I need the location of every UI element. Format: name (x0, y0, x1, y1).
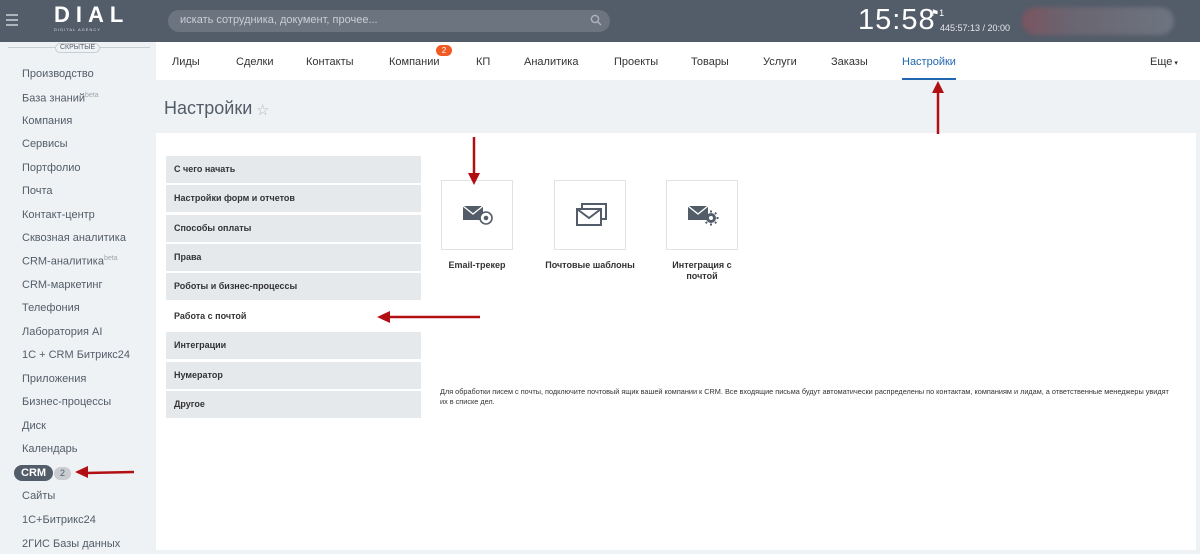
company-logo[interactable]: DIAL DIGITAL AGENCY (54, 2, 130, 37)
settings-item-forms-reports[interactable]: Настройки форм и отчетов (166, 185, 421, 212)
tab-kp[interactable]: КП (476, 56, 490, 68)
menu-item-portfolio[interactable]: Портфолио (22, 162, 81, 174)
menu-item-company[interactable]: Компания (22, 115, 72, 127)
annotation-arrow-left-icon (75, 466, 135, 478)
settings-item-integrations[interactable]: Интеграции (166, 332, 421, 359)
menu-item-disk[interactable]: Диск (22, 420, 46, 432)
menu-item-2gis[interactable]: 2ГИС Базы данных (22, 538, 120, 550)
menu-item-production[interactable]: Производство (22, 68, 94, 80)
tile-mail-templates[interactable] (554, 180, 626, 250)
menu-item-crm-marketing[interactable]: CRM-маркетинг (22, 279, 102, 291)
tile-email-tracker-label: Email-трекер (448, 260, 506, 270)
crm-tab-bar: Лиды Сделки Контакты Компании 2 КП Анали… (156, 42, 1200, 80)
menu-item-crm-analytics[interactable]: CRM-аналитикаbeta (22, 255, 118, 268)
clock[interactable]: 15:58 (858, 4, 936, 37)
tab-leads[interactable]: Лиды (172, 56, 200, 68)
menu-item-applications[interactable]: Приложения (22, 373, 86, 385)
annotation-arrow-left-icon (377, 311, 480, 323)
tile-mail-integration-label: Интеграция с почтой (672, 260, 732, 281)
settings-item-permissions[interactable]: Права (166, 244, 421, 271)
search-placeholder: искать сотрудника, документ, прочее... (180, 14, 378, 26)
annotation-arrow-up-icon (932, 81, 944, 134)
menu-item-ai-lab[interactable]: Лаборатория AI (22, 326, 102, 338)
menu-item-end-to-end-analytics[interactable]: Сквозная аналитика (22, 232, 126, 244)
tab-companies[interactable]: Компании (389, 56, 440, 68)
logo-subtext: DIGITAL AGENCY (54, 27, 101, 32)
active-tab-underline (902, 78, 956, 80)
tab-more[interactable]: Еще ▾ (1150, 56, 1178, 68)
settings-panel: С чего начать Настройки форм и отчетов С… (156, 133, 1196, 550)
crm-counter-badge: 2 (54, 467, 71, 480)
tile-mail-integration[interactable] (666, 180, 738, 250)
mail-info-note: Для обработки писем с почты, подключите … (440, 387, 1169, 406)
menu-item-telephony[interactable]: Телефония (22, 302, 80, 314)
flag-count: 1 (939, 8, 945, 18)
search-icon[interactable] (590, 14, 602, 26)
favorite-star-icon[interactable]: ☆ (256, 101, 269, 119)
menu-item-calendar[interactable]: Календарь (22, 443, 78, 455)
tab-products[interactable]: Товары (691, 56, 729, 68)
page-title: Настройки (164, 98, 253, 118)
user-profile[interactable] (1022, 7, 1174, 35)
menu-item-crm[interactable]: CRM (14, 465, 54, 481)
chevron-down-icon: ▾ (1172, 60, 1178, 67)
settings-item-robots[interactable]: Роботы и бизнес-процессы (166, 273, 421, 300)
beta-badge: beta (85, 92, 99, 99)
annotation-arrow-down-icon (468, 137, 480, 185)
email-tracker-icon (462, 205, 493, 225)
logo-text: DIAL (54, 2, 130, 27)
mail-integration-icon (687, 205, 719, 226)
menu-item-mail[interactable]: Почта (22, 185, 53, 197)
search-input[interactable]: искать сотрудника, документ, прочее... (168, 10, 610, 32)
settings-item-payment-methods[interactable]: Способы оплаты (166, 215, 421, 242)
tab-orders[interactable]: Заказы (831, 56, 868, 68)
menu-item-1c-bitrix24[interactable]: 1С+Битрикс24 (22, 514, 96, 526)
menu-item-business-processes[interactable]: Бизнес-процессы (22, 396, 111, 408)
hidden-items-toggle[interactable]: СКРЫТЫЕ (55, 43, 101, 53)
menu-item-knowledge-base[interactable]: База знанийbeta (22, 92, 99, 105)
tab-deals[interactable]: Сделки (236, 56, 274, 68)
beta-badge: beta (103, 255, 118, 262)
settings-item-getting-started[interactable]: С чего начать (166, 156, 421, 183)
settings-item-numerator[interactable]: Нумератор (166, 362, 421, 389)
menu-item-1c-crm[interactable]: 1С + CRM Битрикс24 (22, 349, 130, 361)
top-header: DIAL DIGITAL AGENCY искать сотрудника, д… (0, 0, 1200, 42)
flag-icon: ⚑ (931, 8, 940, 18)
menu-item-sites[interactable]: Сайты (22, 490, 55, 502)
companies-counter-badge: 2 (436, 45, 452, 56)
workday-flag[interactable]: ⚑1 (931, 8, 944, 19)
workday-timer[interactable]: 445:57:13 / 20:00 (940, 23, 1010, 33)
tab-services[interactable]: Услуги (763, 56, 797, 68)
tile-mail-templates-label: Почтовые шаблоны (545, 260, 635, 270)
mail-templates-icon (576, 203, 607, 226)
tab-analytics[interactable]: Аналитика (524, 56, 578, 68)
menu-item-contact-center[interactable]: Контакт-центр (22, 209, 95, 221)
tab-settings[interactable]: Настройки (902, 56, 956, 68)
tab-projects[interactable]: Проекты (614, 56, 658, 68)
settings-item-other[interactable]: Другое (166, 391, 421, 418)
tab-contacts[interactable]: Контакты (306, 56, 354, 68)
tile-email-tracker[interactable] (441, 180, 513, 250)
menu-item-services[interactable]: Сервисы (22, 138, 68, 150)
menu-burger-icon[interactable] (6, 14, 18, 26)
